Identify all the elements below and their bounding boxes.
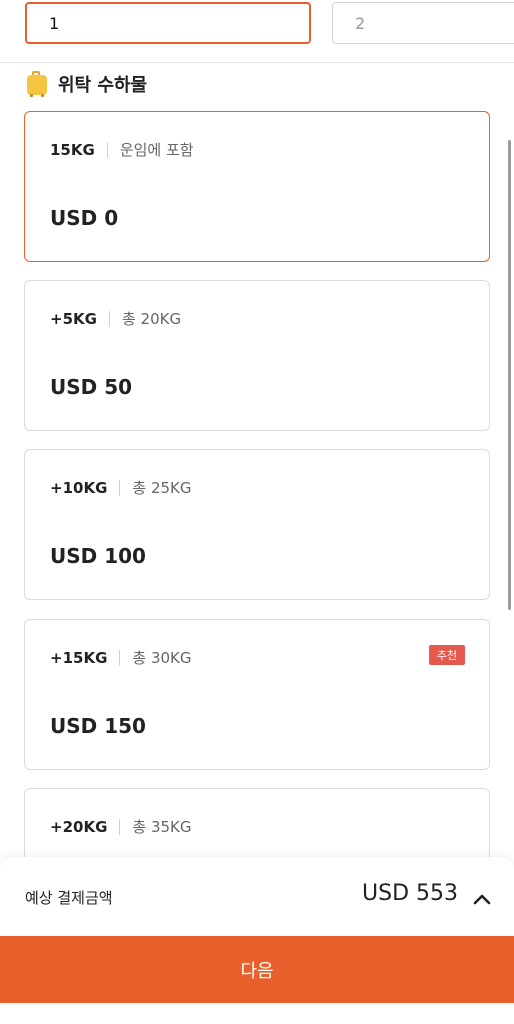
divider [119,479,121,496]
suitcase-icon [26,71,48,97]
baggage-option-plus10kg[interactable]: +10KG 총 25KG USD 100 [24,449,490,600]
option-weight-row: +20KG 총 35KG [50,816,192,837]
option-weight: +10KG [50,478,108,497]
scrollbar[interactable] [508,140,511,610]
option-price: USD 50 [50,375,133,399]
next-button[interactable]: 다음 [0,936,514,1003]
recommended-badge: 추천 [428,645,465,665]
option-weight-row: 15KG 운임에 포함 [50,139,194,160]
divider [119,649,121,666]
option-weight-row: +15KG 총 30KG [50,647,192,668]
section-title: 위탁 수하물 [58,75,148,96]
option-subtitle: 운임에 포함 [119,141,194,159]
divider [106,141,108,158]
tab-passenger-2[interactable]: 2 [332,2,514,44]
option-subtitle: 총 30KG [132,649,192,667]
baggage-option-plus15kg[interactable]: +15KG 총 30KG 추천 USD 150 [24,619,490,770]
option-price: USD 150 [50,714,146,738]
option-weight-row: +5KG 총 20KG [50,308,181,329]
divider [108,310,110,327]
estimated-payment-bar[interactable]: 예상 결제금액 USD 553 [0,857,514,937]
option-weight: +15KG [50,648,108,667]
estimated-payment-label: 예상 결제금액 [25,889,113,907]
option-subtitle: 총 25KG [132,479,192,497]
option-weight: 15KG [50,140,95,159]
option-weight-row: +10KG 총 25KG [50,477,192,498]
option-subtitle: 총 35KG [132,818,192,836]
divider [119,818,121,835]
option-weight: +5KG [50,309,97,328]
estimated-payment-total: USD 553 [362,881,458,906]
checked-baggage-header: 위탁 수하물 [26,70,147,98]
option-subtitle: 총 20KG [121,310,182,328]
option-price: USD 100 [50,544,146,568]
tab-passenger-1[interactable]: 1 [25,2,311,44]
baggage-option-15kg[interactable]: 15KG 운임에 포함 USD 0 [24,111,490,262]
chevron-up-icon[interactable] [472,889,492,909]
option-price: USD 0 [50,206,119,230]
option-weight: +20KG [50,817,108,836]
baggage-option-plus5kg[interactable]: +5KG 총 20KG USD 50 [24,280,490,431]
passenger-tabs: 1 2 [0,0,514,63]
